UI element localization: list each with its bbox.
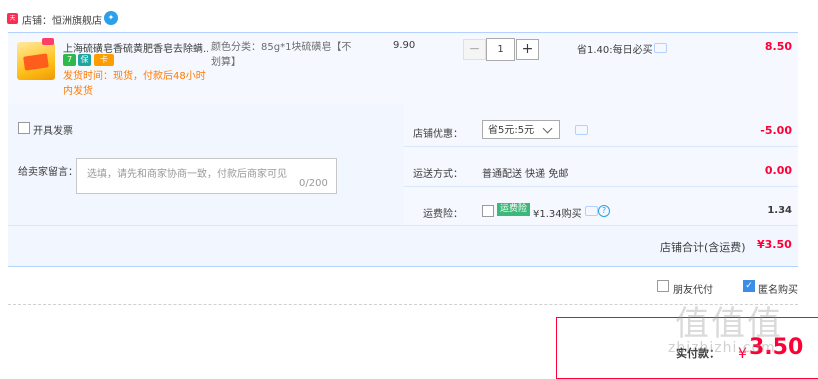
insurance-checkbox[interactable] xyxy=(482,205,494,217)
shop-name[interactable]: 店铺：恒洲旗舰店 xyxy=(22,12,102,27)
unit-price: 9.90 xyxy=(393,40,416,51)
shipping-value: 0.00 xyxy=(764,164,792,177)
friend-pay-checkbox[interactable] xyxy=(657,280,669,292)
seller-message-label: 给卖家留言： xyxy=(18,167,78,178)
shipping-label: 运送方式： xyxy=(413,169,463,180)
guarantee-icon: 保 xyxy=(78,54,91,66)
anonymous-checkbox[interactable]: ✓ xyxy=(743,280,755,292)
quantity-increase-button[interactable]: + xyxy=(516,39,539,60)
coupon-value: -5.00 xyxy=(760,124,792,137)
coupon-label: 店铺优惠： xyxy=(413,129,463,140)
message-char-count: 0/200 xyxy=(299,178,328,189)
seller-message-placeholder: 选填，请先和商家协商一致，付款后商家可见 xyxy=(87,169,287,180)
shop-total-label: 店铺合计(含运费) xyxy=(660,241,746,254)
divider xyxy=(404,186,798,187)
item-subtotal: 8.50 xyxy=(764,40,792,53)
credit-card-icon: 卡 xyxy=(94,54,114,66)
help-icon[interactable]: ? xyxy=(598,205,610,217)
ww-chat-icon[interactable]: ✦ xyxy=(104,11,118,25)
coupon-info-icon[interactable] xyxy=(575,125,588,135)
tmall-shop-icon: 天猫 xyxy=(7,13,18,33)
friend-pay-label: 朋友代付 xyxy=(673,285,713,296)
invoice-checkbox[interactable] xyxy=(18,122,30,134)
ship-time-note: 发货时间：现货，付款后48小时内发货 xyxy=(63,71,206,97)
divider xyxy=(8,225,798,226)
product-thumbnail-tag xyxy=(42,38,54,45)
divider xyxy=(404,146,798,147)
anonymous-label: 匿名购买 xyxy=(758,285,798,296)
discount-info: 省1.40:每日必买 xyxy=(577,45,653,56)
shipping-method: 普通配送 快递 免邮 xyxy=(482,169,569,180)
product-title[interactable]: 上海硫磺皂香硫黄肥香皂去除螨... xyxy=(63,40,208,55)
insurance-value: 1.34 xyxy=(767,205,792,216)
watermark-url: zhizhizhi.com xyxy=(668,340,776,356)
discount-info-icon[interactable] xyxy=(654,43,667,53)
shop-total-value: ¥3.50 xyxy=(757,238,792,251)
sku-info: 颜色分类：85g*1块硫磺皂【不划算】 xyxy=(211,42,352,68)
insurance-amount: ¥1.34购买 xyxy=(533,209,582,220)
insurance-tag: 运费险 xyxy=(497,203,531,216)
insurance-label: 运费险： xyxy=(423,209,463,220)
insurance-chat-icon[interactable] xyxy=(585,206,598,216)
watermark-logo: 值值值 xyxy=(675,304,783,344)
invoice-label: 开具发票 xyxy=(33,126,73,137)
quantity-decrease-button[interactable]: − xyxy=(463,39,486,60)
seven-day-return-icon: 7 xyxy=(63,54,76,66)
quantity-input[interactable]: 1 xyxy=(486,38,515,61)
